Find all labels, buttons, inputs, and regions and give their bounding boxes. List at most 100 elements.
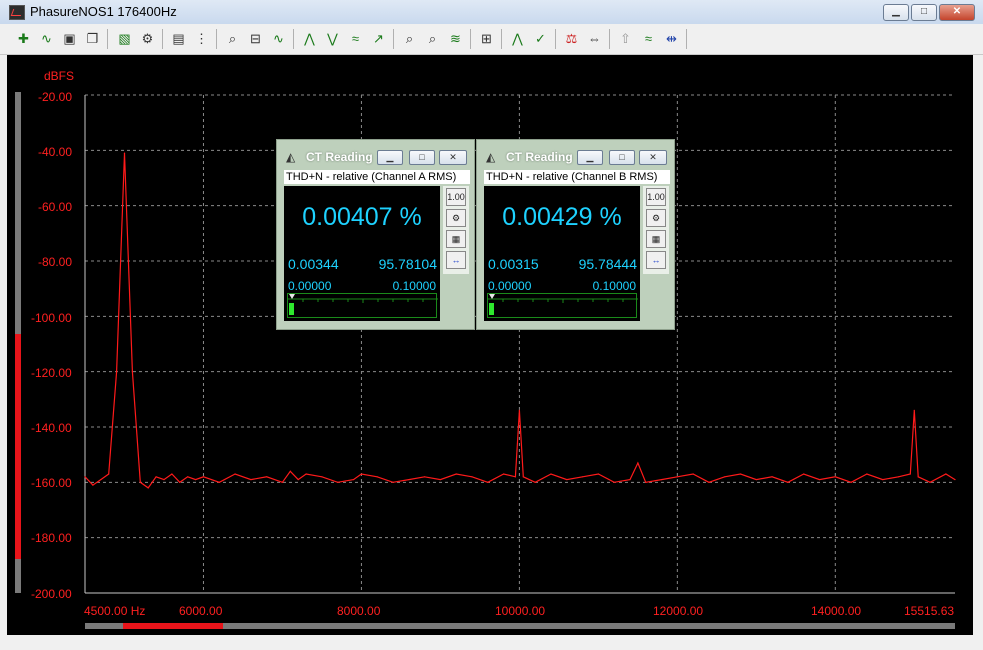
- ct-gauge-marks: [288, 294, 438, 315]
- data-point: [913, 409, 915, 411]
- ct-max-value: 95.78104: [378, 256, 437, 272]
- ct-side-toolbar: 1.00 ⚙ ▦ ↔: [443, 186, 469, 274]
- data-point: [163, 478, 165, 481]
- ct-gauge-fill: [289, 303, 294, 315]
- ct-minimize-button[interactable]: ▁: [377, 150, 403, 165]
- scale-button[interactable]: 1.00: [446, 188, 466, 206]
- data-point: [514, 476, 517, 478]
- ct-measurement-label: THD+N - relative (Channel B RMS): [484, 170, 670, 184]
- data-point: [147, 487, 149, 489]
- ct-scale-max: 0.10000: [592, 279, 636, 293]
- ct-gauge-marks: [488, 294, 638, 315]
- data-point: [818, 478, 821, 481]
- data-point: [954, 478, 956, 481]
- data-point: [518, 409, 520, 411]
- data-point: [408, 478, 410, 481]
- data-point: [917, 476, 919, 478]
- ct-maximize-button[interactable]: □: [409, 150, 435, 165]
- data-point: [550, 473, 552, 475]
- data-point: [645, 481, 647, 483]
- scale-button[interactable]: 1.00: [646, 188, 666, 206]
- data-point: [522, 476, 524, 478]
- gear-icon[interactable]: ⚙: [446, 209, 466, 227]
- data-point: [100, 478, 102, 481]
- table-icon[interactable]: ▦: [646, 230, 666, 248]
- gear-icon[interactable]: ⚙: [646, 209, 666, 227]
- ct-scale-max: 0.10000: [392, 279, 436, 293]
- ct-value: 0.00429 %: [502, 203, 622, 231]
- data-point: [708, 481, 710, 483]
- vertical-scrollbar[interactable]: [15, 92, 21, 593]
- ct-minimize-button[interactable]: ▁: [577, 150, 603, 165]
- data-point: [234, 473, 236, 475]
- data-point: [360, 473, 363, 475]
- data-point: [337, 481, 339, 483]
- ct-gauge: [287, 293, 438, 318]
- arrows-icon[interactable]: ↔: [446, 251, 466, 269]
- data-point: [692, 473, 694, 475]
- ct-min-value: 0.00344: [288, 256, 339, 272]
- data-point: [897, 476, 900, 478]
- data-point: [297, 478, 299, 481]
- data-point: [755, 478, 757, 481]
- data-point: [660, 478, 663, 481]
- data-point: [179, 481, 181, 483]
- data-point: [834, 476, 836, 478]
- data-point: [566, 478, 568, 481]
- ct-close-button[interactable]: ✕: [639, 150, 667, 165]
- data-point: [787, 481, 789, 483]
- arrows-icon[interactable]: ↔: [646, 251, 666, 269]
- data-point: [945, 473, 947, 475]
- data-point: [202, 476, 205, 478]
- ct-title-bar[interactable]: ◭ CT Reading ▁ □ ✕: [477, 140, 674, 170]
- triangle-icon: ◭: [286, 150, 296, 164]
- data-point: [84, 476, 86, 478]
- ct-reading-window-a[interactable]: ◭ CT Reading ▁ □ ✕ THD+N - relative (Cha…: [276, 139, 475, 330]
- data-point: [424, 476, 426, 478]
- data-point: [171, 473, 173, 475]
- vertical-scroll-thumb[interactable]: [15, 334, 21, 559]
- data-point: [613, 481, 615, 483]
- data-point: [187, 476, 189, 478]
- data-point: [534, 481, 536, 483]
- horizontal-scroll-thumb[interactable]: [123, 623, 223, 629]
- data-point: [597, 473, 599, 475]
- horizontal-scrollbar[interactable]: [85, 623, 955, 629]
- data-point: [139, 481, 141, 483]
- data-point: [108, 473, 110, 475]
- ct-title: CT Reading: [306, 150, 373, 164]
- data-point: [487, 481, 489, 483]
- data-point: [218, 481, 220, 483]
- data-point: [305, 473, 307, 475]
- data-point: [676, 476, 678, 478]
- data-point: [637, 462, 639, 464]
- data-point: [929, 481, 931, 483]
- data-point: [321, 476, 323, 478]
- ct-display-panel: 0.00429 % 0.00315 95.78444 0.00000 0.100…: [484, 186, 640, 321]
- ct-maximize-button[interactable]: □: [609, 150, 635, 165]
- data-point: [115, 371, 118, 373]
- data-point: [455, 473, 457, 475]
- ct-measurement-label: THD+N - relative (Channel A RMS): [284, 170, 470, 184]
- ct-min-value: 0.00315: [488, 256, 539, 272]
- data-point: [629, 478, 631, 481]
- data-point: [281, 481, 284, 483]
- data-point: [250, 478, 252, 481]
- ct-reading-window-b[interactable]: ◭ CT Reading ▁ □ ✕ THD+N - relative (Cha…: [476, 139, 675, 330]
- data-point: [724, 476, 726, 478]
- data-point: [882, 478, 884, 481]
- ct-value: 0.00407 %: [302, 203, 422, 231]
- ct-gauge-fill: [489, 303, 494, 315]
- ct-max-value: 95.78444: [578, 256, 637, 272]
- ct-title-bar[interactable]: ◭ CT Reading ▁ □ ✕: [277, 140, 474, 170]
- ct-display-panel: 0.00407 % 0.00344 95.78104 0.00000 0.100…: [284, 186, 440, 321]
- data-point: [131, 371, 133, 373]
- ct-side-toolbar: 1.00 ⚙ ▦ ↔: [643, 186, 669, 274]
- data-point: [376, 476, 378, 478]
- data-point: [803, 473, 805, 475]
- ct-scale-min: 0.00000: [288, 279, 332, 293]
- data-point: [909, 473, 911, 475]
- ct-close-button[interactable]: ✕: [439, 150, 467, 165]
- ct-title: CT Reading: [506, 150, 573, 164]
- table-icon[interactable]: ▦: [446, 230, 466, 248]
